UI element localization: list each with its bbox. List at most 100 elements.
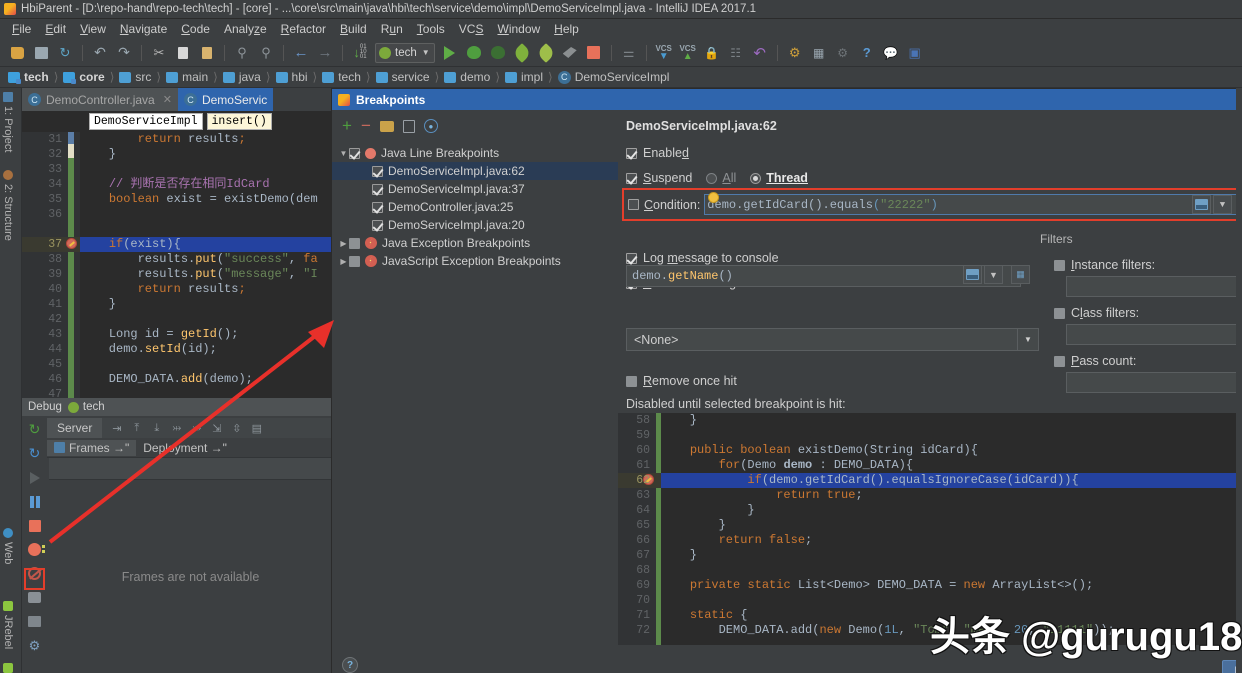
tree-group-java-line-breakpoints[interactable]: ▼ Java Line Breakpoints <box>332 144 618 162</box>
back-icon[interactable]: ← <box>291 43 311 63</box>
add-icon[interactable]: + <box>342 119 352 133</box>
suspend-all-radio[interactable] <box>706 173 717 184</box>
debug-button[interactable] <box>464 43 484 63</box>
run-button[interactable] <box>440 43 460 63</box>
instance-filters-checkbox[interactable] <box>1054 260 1065 271</box>
checkbox[interactable] <box>349 148 360 159</box>
condition-input[interactable]: demo.getIdCard().equals("22222") ▼ <box>704 194 1237 215</box>
sync-icon[interactable]: ↻ <box>55 43 75 63</box>
comment-icon[interactable]: 💬 <box>881 43 901 63</box>
expand-editor-icon[interactable] <box>963 265 982 284</box>
tab-deployment[interactable]: Deployment →" <box>136 440 234 456</box>
sidebar-item-jrebel[interactable]: JRebel <box>2 601 14 649</box>
step-into-icon[interactable]: ⤓ <box>148 421 165 436</box>
sdk-icon[interactable]: ⚙ <box>833 43 853 63</box>
enabled-row[interactable]: Enabled <box>618 146 1242 160</box>
help-button[interactable]: ? <box>342 657 358 673</box>
vcs-history-icon[interactable]: 🔒 <box>702 43 722 63</box>
breadcrumb-item-impl[interactable]: impl <box>501 70 547 84</box>
class-filters-checkbox[interactable] <box>1054 308 1065 319</box>
instance-filters-row[interactable]: Instance filters: <box>1040 258 1242 272</box>
stop-icon[interactable] <box>24 515 45 536</box>
menu-refactor[interactable]: Refactor <box>274 20 333 38</box>
log-message-checkbox[interactable] <box>626 253 637 264</box>
forward-icon[interactable]: → <box>315 43 335 63</box>
save-all-icon[interactable] <box>31 43 51 63</box>
evaluate-input[interactable]: demo.getName() <box>626 265 1021 287</box>
run-to-cursor-icon[interactable]: ⇳ <box>228 421 245 436</box>
frames-thread-selector[interactable] <box>49 458 332 480</box>
rerun-icon[interactable]: ↻ <box>24 419 45 440</box>
breadcrumb-item-java[interactable]: java <box>219 70 265 84</box>
intention-bulb-icon[interactable] <box>708 192 719 203</box>
stop-button[interactable] <box>584 43 604 63</box>
tree-item-democontroller-25[interactable]: DemoController.java:25 <box>332 198 618 216</box>
run-with-coverage-icon[interactable] <box>512 43 532 63</box>
breadcrumb-item-hbi[interactable]: hbi <box>272 70 312 84</box>
undo-icon[interactable]: ↶ <box>90 43 110 63</box>
condition-checkbox[interactable] <box>628 199 639 210</box>
profile-icon[interactable] <box>536 43 556 63</box>
copy-icon[interactable] <box>173 43 193 63</box>
vcs-compare-icon[interactable]: ☷ <box>726 43 746 63</box>
suspend-thread-radio[interactable] <box>750 173 761 184</box>
resume-program-icon[interactable] <box>24 467 45 488</box>
pass-count-checkbox[interactable] <box>1054 356 1065 367</box>
redo-icon[interactable]: ↷ <box>114 43 134 63</box>
menu-vcs[interactable]: VCS <box>452 20 491 38</box>
breadcrumb-item-core[interactable]: core <box>59 70 108 84</box>
refresh-icon[interactable]: ↻ <box>24 443 45 464</box>
run-configuration-selector[interactable]: tech ▼ <box>375 43 435 63</box>
settings-wrench-icon[interactable]: ⚙ <box>785 43 805 63</box>
suspend-checkbox[interactable] <box>626 173 637 184</box>
remove-icon[interactable]: − <box>361 119 371 133</box>
editor-breadcrumb-class[interactable]: DemoServiceImpl <box>89 113 203 130</box>
editor-tab-demoserviceimpl[interactable]: C DemoServic <box>178 88 273 111</box>
find-icon[interactable]: ⚲ <box>232 43 252 63</box>
breadcrumb-item-main[interactable]: main <box>162 70 212 84</box>
chevron-down-icon[interactable]: ▼ <box>1213 195 1232 214</box>
jrebel-toolbar-icon[interactable]: ▣ <box>905 43 925 63</box>
menu-analyze[interactable]: Analyze <box>217 20 274 38</box>
chevron-right-icon[interactable]: ▶ <box>338 239 349 248</box>
disabled-until-select[interactable]: <None> ▼ <box>626 328 1039 351</box>
menu-window[interactable]: Window <box>490 20 547 38</box>
sidebar-item-web[interactable]: Web <box>2 528 14 564</box>
debug-disabled-icon[interactable] <box>488 43 508 63</box>
checkbox[interactable] <box>372 166 383 177</box>
menu-code[interactable]: Code <box>174 20 217 38</box>
add-to-watches-icon[interactable]: ▦ <box>1011 265 1030 284</box>
checkbox[interactable] <box>372 220 383 231</box>
chevron-down-icon[interactable]: ▼ <box>1017 329 1038 350</box>
paste-icon[interactable] <box>197 43 217 63</box>
breakpoint-marker-icon[interactable] <box>66 238 77 249</box>
replace-icon[interactable]: ⚲ <box>256 43 276 63</box>
menu-navigate[interactable]: Navigate <box>113 20 174 38</box>
vcs-revert-icon[interactable]: ↶ <box>750 43 770 63</box>
sidebar-item-structure[interactable]: 2: Structure <box>2 170 14 241</box>
chevron-down-icon[interactable]: ▼ <box>984 265 1003 284</box>
project-structure-icon[interactable]: ▦ <box>809 43 829 63</box>
menu-view[interactable]: View <box>73 20 113 38</box>
sidebar-item-project[interactable]: 1: Project <box>2 92 14 152</box>
evaluate-expression-icon[interactable]: ▤ <box>248 421 265 436</box>
editor-code-area[interactable]: 31 32 33 34 35 36 37 38 39 40 41 42 43 4… <box>22 132 334 398</box>
pass-count-row[interactable]: Pass count: <box>1040 354 1242 368</box>
breadcrumb-item-src[interactable]: src <box>115 70 155 84</box>
menu-build[interactable]: Build <box>333 20 374 38</box>
breadcrumb-item-service[interactable]: service <box>372 70 434 84</box>
editor-tab-democontroller[interactable]: C DemoController.java ✕ <box>22 88 178 111</box>
step-over-icon[interactable]: ⤒ <box>128 421 145 436</box>
view-breakpoints-icon[interactable] <box>24 539 45 560</box>
menu-run[interactable]: Run <box>374 20 410 38</box>
cut-icon[interactable]: ✂ <box>149 43 169 63</box>
tree-item-demoserviceimpl-37[interactable]: DemoServiceImpl.java:37 <box>332 180 618 198</box>
vcs-commit-icon[interactable]: VCS▲ <box>678 43 698 63</box>
menu-edit[interactable]: Edit <box>38 20 73 38</box>
class-filters-input[interactable] <box>1066 324 1241 345</box>
settings-gear-icon[interactable]: ⚙ <box>24 635 45 656</box>
drop-frame-icon[interactable]: ⇲ <box>208 421 225 436</box>
mute-icon[interactable]: ● <box>424 119 438 133</box>
menu-help[interactable]: Help <box>547 20 586 38</box>
breadcrumb-item-class[interactable]: C DemoServiceImpl <box>554 70 674 84</box>
